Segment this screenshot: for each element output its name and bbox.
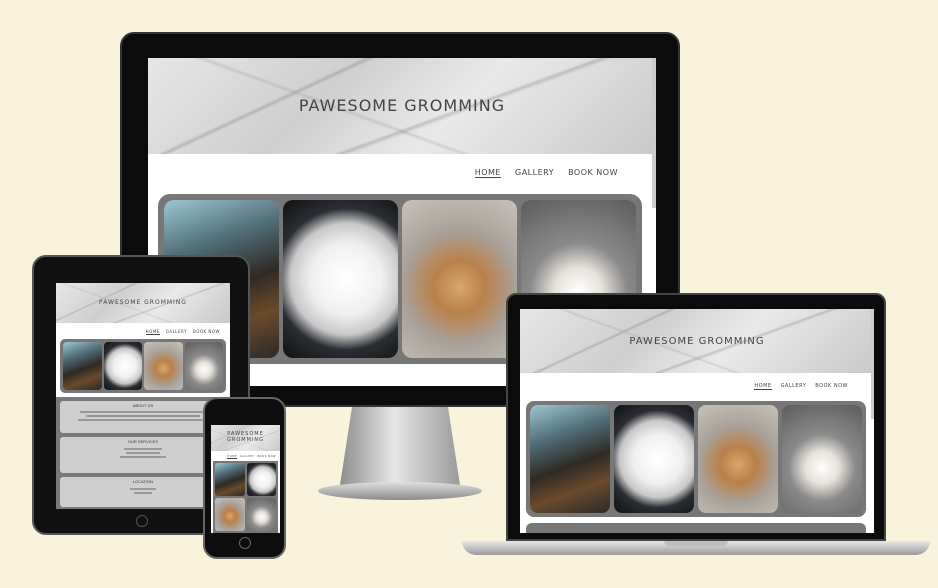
tablet-gallery-image-4[interactable] xyxy=(184,342,223,390)
about-card: ABOUT US xyxy=(60,401,226,433)
phone-gallery-image-2[interactable] xyxy=(246,463,276,496)
laptop-next-section xyxy=(526,523,866,533)
laptop-notch xyxy=(664,541,728,546)
nav-gallery-link[interactable]: GALLERY xyxy=(515,168,554,178)
laptop-header: PAWESOME GROMMING xyxy=(520,309,874,373)
location-card: LOCATION xyxy=(60,477,226,507)
gallery-image-puppy[interactable] xyxy=(283,200,398,358)
laptop-gallery-image-2[interactable] xyxy=(614,405,694,513)
phone-nav-home[interactable]: HOME xyxy=(227,455,238,459)
laptop-lid: PAWESOME GROMMING HOME GALLERY BOOK NOW xyxy=(506,293,886,541)
phone-gallery-image-4[interactable] xyxy=(246,498,276,531)
nav-home-link[interactable]: HOME xyxy=(474,168,501,178)
phone-nav-book-now[interactable]: BOOK NOW xyxy=(258,455,276,459)
laptop-nav-book-now[interactable]: BOOK NOW xyxy=(815,383,848,390)
tablet-gallery-image-1[interactable] xyxy=(63,342,102,390)
tablet-nav-home[interactable]: HOME xyxy=(145,329,160,335)
phone-nav-gallery[interactable]: GALLERY xyxy=(240,455,255,459)
services-card: OUR SERVICES xyxy=(60,437,226,473)
laptop-nav-gallery[interactable]: GALLERY xyxy=(781,383,807,390)
phone-gallery-image-3[interactable] xyxy=(215,498,245,531)
monitor-stand-base xyxy=(318,482,482,500)
about-heading: ABOUT US xyxy=(132,403,154,408)
laptop-screen: PAWESOME GROMMING HOME GALLERY BOOK NOW xyxy=(520,309,874,533)
laptop-nav-home[interactable]: HOME xyxy=(754,383,772,390)
phone-gallery-image-1[interactable] xyxy=(215,463,245,496)
main-nav: HOME GALLERY BOOK NOW xyxy=(474,168,618,178)
laptop-gallery-image-4[interactable] xyxy=(782,405,862,513)
tablet-home-button[interactable] xyxy=(136,515,148,527)
desktop-header: PAWESOME GROMMING xyxy=(148,58,656,154)
site-title: PAWESOME GROMMING xyxy=(298,96,506,115)
tablet-nav-book-now[interactable]: BOOK NOW xyxy=(193,329,220,335)
laptop-gallery-image-1[interactable] xyxy=(530,405,610,513)
laptop-gallery-image-3[interactable] xyxy=(698,405,778,513)
nav-book-now-link[interactable]: BOOK NOW xyxy=(568,168,618,178)
tablet-nav-gallery[interactable]: GALLERY xyxy=(166,329,187,335)
phone-device: PAWESOME GROMMING HOME GALLERY BOOK NOW xyxy=(203,397,286,559)
phone-header: PAWESOME GROMMING xyxy=(211,425,280,451)
tablet-gallery-image-2[interactable] xyxy=(103,342,142,390)
monitor-stand-neck xyxy=(340,407,460,485)
location-heading: LOCATION xyxy=(132,479,154,484)
tablet-gallery xyxy=(60,339,226,393)
phone-nav: HOME GALLERY BOOK NOW xyxy=(227,455,276,459)
tablet-header: PAWESOME GROMMING xyxy=(56,283,230,323)
phone-site-title: PAWESOME GROMMING xyxy=(226,431,264,443)
desktop-scrollbar[interactable] xyxy=(652,58,656,208)
gallery-image-shih-tzu[interactable] xyxy=(402,200,517,358)
laptop-gallery xyxy=(526,401,866,517)
tablet-gallery-image-3[interactable] xyxy=(144,342,183,390)
laptop-scrollbar[interactable] xyxy=(871,309,874,419)
phone-gallery xyxy=(213,461,278,533)
laptop-nav: HOME GALLERY BOOK NOW xyxy=(754,383,848,390)
tablet-nav: HOME GALLERY BOOK NOW xyxy=(145,329,220,335)
laptop-site-title: PAWESOME GROMMING xyxy=(629,336,765,347)
services-heading: OUR SERVICES xyxy=(127,439,159,444)
phone-screen: PAWESOME GROMMING HOME GALLERY BOOK NOW xyxy=(211,425,280,533)
phone-home-button[interactable] xyxy=(239,537,251,549)
tablet-site-title: PAWESOME GROMMING xyxy=(99,299,187,306)
